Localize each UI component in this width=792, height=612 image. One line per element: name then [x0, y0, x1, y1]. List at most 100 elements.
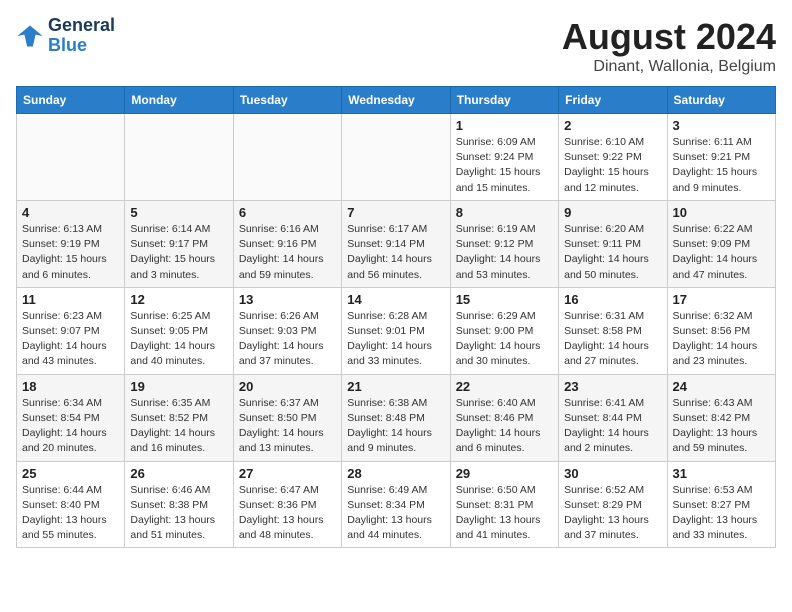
calendar-cell: 8 Sunrise: 6:19 AM Sunset: 9:12 PM Daylig… [450, 200, 558, 287]
calendar-cell: 11Sunrise: 6:23 AM Sunset: 9:07 PM Dayli… [17, 287, 125, 374]
calendar-cell: 15Sunrise: 6:29 AM Sunset: 9:00 PM Dayli… [450, 287, 558, 374]
logo: General Blue [16, 16, 115, 56]
day-number: 16 [564, 292, 661, 307]
header-tuesday: Tuesday [233, 87, 341, 114]
header-friday: Friday [559, 87, 667, 114]
day-info: Sunrise: 6:41 AM Sunset: 8:44 PM Dayligh… [564, 396, 661, 457]
day-info: Sunrise: 6:46 AM Sunset: 8:38 PM Dayligh… [130, 483, 227, 544]
day-info: Sunrise: 6:14 AM Sunset: 9:17 PM Dayligh… [130, 222, 227, 283]
calendar-cell: 1Sunrise: 6:09 AM Sunset: 9:24 PM Daylig… [450, 114, 558, 201]
day-info: Sunrise: 6:47 AM Sunset: 8:36 PM Dayligh… [239, 483, 336, 544]
calendar-cell: 20 Sunrise: 6:37 AM Sunset: 8:50 PM Dayli… [233, 374, 341, 461]
day-info: Sunrise: 6:20 AM Sunset: 9:11 PM Dayligh… [564, 222, 661, 283]
day-number: 14 [347, 292, 444, 307]
day-number: 9 [564, 205, 661, 220]
calendar-cell: 27 Sunrise: 6:47 AM Sunset: 8:36 PM Dayli… [233, 461, 341, 548]
day-info: Sunrise: 6:28 AM Sunset: 9:01 PM Dayligh… [347, 309, 444, 370]
calendar-cell: 5 Sunrise: 6:14 AM Sunset: 9:17 PM Daylig… [125, 200, 233, 287]
calendar-cell: 16 Sunrise: 6:31 AM Sunset: 8:58 PM Dayli… [559, 287, 667, 374]
calendar-cell: 30 Sunrise: 6:52 AM Sunset: 8:29 PM Dayli… [559, 461, 667, 548]
day-number: 22 [456, 379, 553, 394]
calendar-cell: 21Sunrise: 6:38 AM Sunset: 8:48 PM Dayli… [342, 374, 450, 461]
calendar-header: Sunday Monday Tuesday Wednesday Thursday… [17, 87, 776, 114]
calendar-cell [17, 114, 125, 201]
calendar-cell: 9 Sunrise: 6:20 AM Sunset: 9:11 PM Daylig… [559, 200, 667, 287]
day-number: 21 [347, 379, 444, 394]
day-number: 27 [239, 466, 336, 481]
calendar-cell: 26 Sunrise: 6:46 AM Sunset: 8:38 PM Dayli… [125, 461, 233, 548]
calendar-cell: 13 Sunrise: 6:26 AM Sunset: 9:03 PM Dayli… [233, 287, 341, 374]
day-info: Sunrise: 6:09 AM Sunset: 9:24 PM Dayligh… [456, 135, 553, 196]
day-number: 29 [456, 466, 553, 481]
day-number: 4 [22, 205, 119, 220]
calendar-cell: 12 Sunrise: 6:25 AM Sunset: 9:05 PM Dayli… [125, 287, 233, 374]
day-number: 2 [564, 118, 661, 133]
day-number: 18 [22, 379, 119, 394]
location: Dinant, Wallonia, Belgium [562, 58, 776, 76]
calendar-cell: 25Sunrise: 6:44 AM Sunset: 8:40 PM Dayli… [17, 461, 125, 548]
logo-line2: Blue [48, 36, 115, 56]
calendar-cell: 31 Sunrise: 6:53 AM Sunset: 8:27 PM Dayli… [667, 461, 775, 548]
day-info: Sunrise: 6:32 AM Sunset: 8:56 PM Dayligh… [673, 309, 770, 370]
calendar-cell: 7 Sunrise: 6:17 AM Sunset: 9:14 PM Daylig… [342, 200, 450, 287]
day-info: Sunrise: 6:40 AM Sunset: 8:46 PM Dayligh… [456, 396, 553, 457]
calendar-cell: 28Sunrise: 6:49 AM Sunset: 8:34 PM Dayli… [342, 461, 450, 548]
day-info: Sunrise: 6:10 AM Sunset: 9:22 PM Dayligh… [564, 135, 661, 196]
calendar-week-1: 4Sunrise: 6:13 AM Sunset: 9:19 PM Daylig… [17, 200, 776, 287]
day-info: Sunrise: 6:37 AM Sunset: 8:50 PM Dayligh… [239, 396, 336, 457]
day-info: Sunrise: 6:44 AM Sunset: 8:40 PM Dayligh… [22, 483, 119, 544]
day-number: 24 [673, 379, 770, 394]
calendar-week-2: 11Sunrise: 6:23 AM Sunset: 9:07 PM Dayli… [17, 287, 776, 374]
title-block: August 2024 Dinant, Wallonia, Belgium [562, 16, 776, 76]
calendar-cell: 22 Sunrise: 6:40 AM Sunset: 8:46 PM Dayli… [450, 374, 558, 461]
day-number: 5 [130, 205, 227, 220]
calendar-week-3: 18Sunrise: 6:34 AM Sunset: 8:54 PM Dayli… [17, 374, 776, 461]
day-number: 30 [564, 466, 661, 481]
day-info: Sunrise: 6:49 AM Sunset: 8:34 PM Dayligh… [347, 483, 444, 544]
day-info: Sunrise: 6:26 AM Sunset: 9:03 PM Dayligh… [239, 309, 336, 370]
month-title: August 2024 [562, 16, 776, 58]
calendar-cell: 18Sunrise: 6:34 AM Sunset: 8:54 PM Dayli… [17, 374, 125, 461]
calendar-cell [233, 114, 341, 201]
day-number: 23 [564, 379, 661, 394]
calendar-cell: 29 Sunrise: 6:50 AM Sunset: 8:31 PM Dayli… [450, 461, 558, 548]
day-info: Sunrise: 6:25 AM Sunset: 9:05 PM Dayligh… [130, 309, 227, 370]
calendar-cell: 24 Sunrise: 6:43 AM Sunset: 8:42 PM Dayli… [667, 374, 775, 461]
day-info: Sunrise: 6:22 AM Sunset: 9:09 PM Dayligh… [673, 222, 770, 283]
day-number: 10 [673, 205, 770, 220]
day-number: 19 [130, 379, 227, 394]
day-number: 11 [22, 292, 119, 307]
day-info: Sunrise: 6:53 AM Sunset: 8:27 PM Dayligh… [673, 483, 770, 544]
day-number: 6 [239, 205, 336, 220]
day-number: 31 [673, 466, 770, 481]
day-info: Sunrise: 6:50 AM Sunset: 8:31 PM Dayligh… [456, 483, 553, 544]
day-number: 8 [456, 205, 553, 220]
header-wednesday: Wednesday [342, 87, 450, 114]
day-info: Sunrise: 6:17 AM Sunset: 9:14 PM Dayligh… [347, 222, 444, 283]
calendar-cell: 4Sunrise: 6:13 AM Sunset: 9:19 PM Daylig… [17, 200, 125, 287]
logo-text: General Blue [48, 16, 115, 56]
weekday-row: Sunday Monday Tuesday Wednesday Thursday… [17, 87, 776, 114]
page-header: General Blue August 2024 Dinant, Walloni… [16, 16, 776, 76]
calendar-cell [125, 114, 233, 201]
calendar-cell: 17Sunrise: 6:32 AM Sunset: 8:56 PM Dayli… [667, 287, 775, 374]
calendar-cell: 23 Sunrise: 6:41 AM Sunset: 8:44 PM Dayli… [559, 374, 667, 461]
day-info: Sunrise: 6:19 AM Sunset: 9:12 PM Dayligh… [456, 222, 553, 283]
day-info: Sunrise: 6:35 AM Sunset: 8:52 PM Dayligh… [130, 396, 227, 457]
day-number: 7 [347, 205, 444, 220]
day-number: 26 [130, 466, 227, 481]
calendar-cell: 3Sunrise: 6:11 AM Sunset: 9:21 PM Daylig… [667, 114, 775, 201]
day-info: Sunrise: 6:43 AM Sunset: 8:42 PM Dayligh… [673, 396, 770, 457]
day-number: 3 [673, 118, 770, 133]
day-number: 13 [239, 292, 336, 307]
header-monday: Monday [125, 87, 233, 114]
day-number: 12 [130, 292, 227, 307]
day-number: 20 [239, 379, 336, 394]
header-saturday: Saturday [667, 87, 775, 114]
day-info: Sunrise: 6:31 AM Sunset: 8:58 PM Dayligh… [564, 309, 661, 370]
calendar-cell: 2 Sunrise: 6:10 AM Sunset: 9:22 PM Daylig… [559, 114, 667, 201]
calendar-week-4: 25Sunrise: 6:44 AM Sunset: 8:40 PM Dayli… [17, 461, 776, 548]
calendar-cell: 19 Sunrise: 6:35 AM Sunset: 8:52 PM Dayli… [125, 374, 233, 461]
calendar-cell: 6Sunrise: 6:16 AM Sunset: 9:16 PM Daylig… [233, 200, 341, 287]
day-info: Sunrise: 6:52 AM Sunset: 8:29 PM Dayligh… [564, 483, 661, 544]
